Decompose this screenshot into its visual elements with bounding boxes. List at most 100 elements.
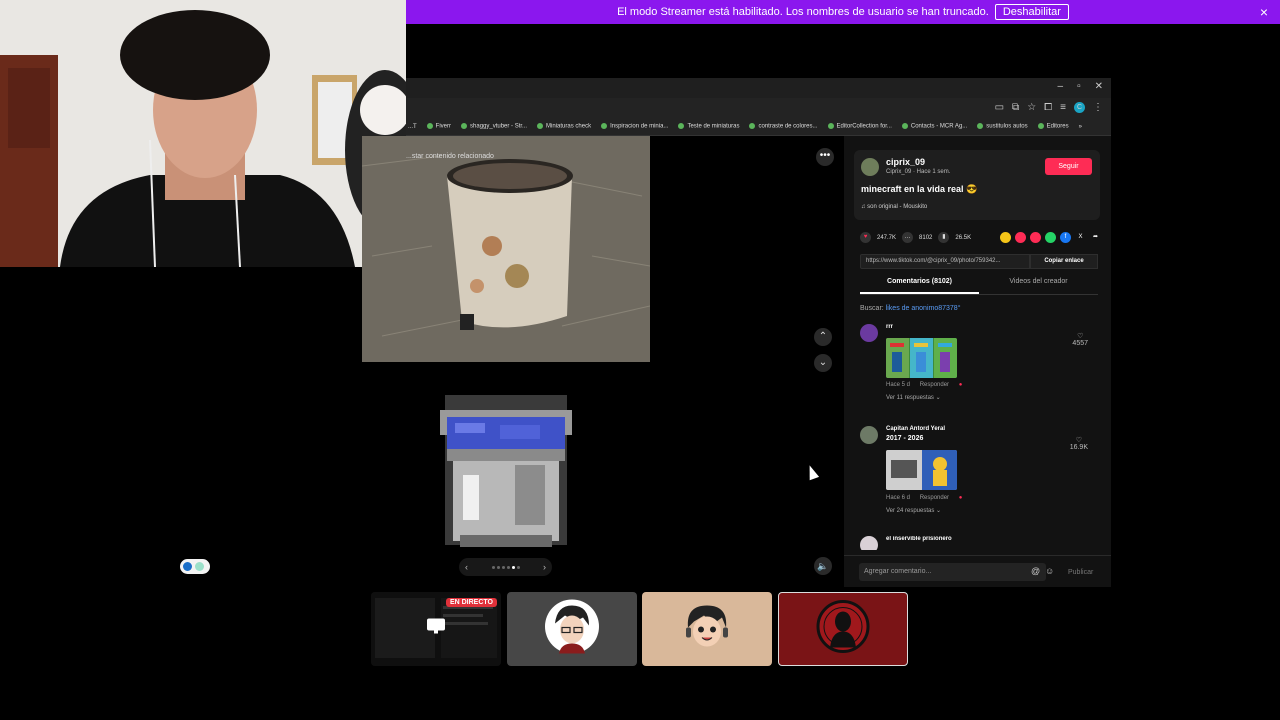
carousel-dots: [491, 565, 520, 569]
bookmark-icon[interactable]: ▮: [938, 232, 950, 243]
minimize-icon[interactable]: –: [1058, 81, 1064, 92]
commenter-name[interactable]: Capitan Antord Yeral: [886, 426, 945, 432]
x-share-icon[interactable]: X: [1075, 232, 1086, 243]
creator-liked-icon: ●: [958, 495, 963, 501]
participant-avatar: [545, 599, 599, 659]
disable-streamer-button[interactable]: Deshabilitar: [994, 4, 1069, 20]
creator-liked-icon: ●: [958, 382, 963, 388]
more-options-icon[interactable]: •••: [816, 148, 834, 166]
bookmark-item[interactable]: Miniaturas check: [537, 123, 591, 130]
address-bar[interactable]: ▭ ⧉ ☆ ⧠ ≡ C ⋮: [406, 98, 1111, 118]
translate-icon[interactable]: ⧉: [1012, 102, 1019, 113]
participant-tile[interactable]: [507, 592, 637, 666]
bookmark-item[interactable]: EditorCollection for...: [827, 123, 892, 130]
view-replies[interactable]: Ver 11 respuestas ⌄: [886, 394, 941, 401]
embed-share-icon[interactable]: [1000, 232, 1011, 243]
toggle-widget[interactable]: [180, 559, 210, 574]
bookmark-item[interactable]: contraste de colores...: [749, 123, 818, 130]
comment-like[interactable]: ♡ 4557: [1072, 332, 1088, 347]
cast-icon[interactable]: ▭: [995, 102, 1004, 113]
tab-creator-videos[interactable]: Videos del creador: [979, 278, 1098, 294]
creator-avatar[interactable]: [861, 158, 879, 176]
streamer-mode-banner: El modo Streamer está habilitado. Los no…: [406, 0, 1280, 24]
share-arrow-icon[interactable]: ➦: [1090, 232, 1101, 243]
heart-outline-icon[interactable]: ♡: [1070, 436, 1088, 444]
heart-outline-icon[interactable]: ♡: [1072, 332, 1088, 340]
commenter-avatar[interactable]: [860, 536, 878, 550]
toggle-dot-icon: [183, 562, 192, 571]
bookmark-item[interactable]: Editores: [1037, 123, 1069, 130]
more-bookmarks-icon[interactable]: »: [1079, 124, 1082, 130]
profile-avatar[interactable]: C: [1074, 102, 1085, 113]
reply-button[interactable]: Responder: [920, 495, 949, 501]
commenter-name[interactable]: rrr: [886, 324, 893, 330]
whatsapp-share-icon[interactable]: [1045, 232, 1056, 243]
creator-username[interactable]: ciprix_09: [886, 157, 925, 167]
close-window-icon[interactable]: ✕: [1095, 81, 1103, 92]
participant-tile[interactable]: [778, 592, 908, 666]
comment-icon[interactable]: …: [902, 232, 914, 243]
comment-image[interactable]: [886, 338, 957, 378]
search-suggestion[interactable]: Buscar: likes de anonimo87378°: [860, 305, 961, 312]
bookmarks-bar: ...T Fiverr shaggy_vtuber - Str... Minia…: [406, 118, 1111, 136]
comment-time: Hace 6 d: [886, 495, 911, 501]
comment-image[interactable]: [886, 450, 957, 490]
close-icon[interactable]: ×: [1260, 4, 1268, 20]
volume-icon[interactable]: 🔈: [814, 557, 832, 575]
extensions-icon[interactable]: ⧠: [1044, 102, 1052, 113]
participant-tile[interactable]: [642, 592, 772, 666]
bookmark-item[interactable]: shaggy_vtuber - Str...: [461, 123, 527, 130]
carousel-next-icon[interactable]: ›: [543, 562, 546, 572]
heart-icon[interactable]: ♥: [860, 232, 871, 243]
comment-like-count: 4557: [1072, 340, 1088, 347]
reply-button[interactable]: Responder: [920, 382, 949, 388]
facebook-share-icon[interactable]: f: [1060, 232, 1071, 243]
next-post-icon[interactable]: ⌄: [814, 354, 832, 372]
toggle-dot-icon: [195, 562, 204, 571]
comment-meta: Hace 6 d Responder ●: [886, 495, 970, 501]
comment-like[interactable]: ♡ 16.9K: [1070, 436, 1088, 451]
publish-button[interactable]: Publicar: [1068, 569, 1093, 576]
bookmark-item[interactable]: Teste de miniaturas: [678, 123, 739, 130]
link-row: https://www.tiktok.com/@ciprix_09/photo/…: [860, 254, 1098, 269]
previous-post-icon[interactable]: ⌃: [814, 328, 832, 346]
banner-message: El modo Streamer está habilitado. Los no…: [617, 6, 989, 18]
bookmark-item[interactable]: Fiverr: [426, 123, 451, 130]
mention-icon[interactable]: @: [1031, 566, 1040, 576]
live-badge: EN DIRECTO: [445, 598, 497, 607]
bookmark-item[interactable]: Contacts - MCR Ag...: [901, 123, 967, 130]
share-icons: f X ➦: [1000, 232, 1101, 243]
comment-input[interactable]: Agregar comentario...: [859, 563, 1046, 581]
comments-count: 8102: [919, 234, 933, 241]
minecraft-bucket-image: [425, 385, 587, 562]
participant-avatar: [816, 600, 870, 659]
carousel-prev-icon[interactable]: ‹: [465, 562, 468, 572]
bookmark-item[interactable]: Inspiracion de minia...: [601, 123, 668, 130]
commenter-name[interactable]: el inservible prisionero: [886, 536, 952, 542]
comment-text: 2017 - 2026: [886, 435, 924, 442]
follow-button[interactable]: Seguir: [1045, 158, 1092, 175]
comment-composer: Agregar comentario... @ ☺ Publicar: [844, 555, 1111, 587]
maximize-icon[interactable]: ▫: [1077, 81, 1081, 92]
commenter-avatar[interactable]: [860, 426, 878, 444]
copy-link-button[interactable]: Copiar enlace: [1030, 254, 1098, 269]
media-icon[interactable]: ≡: [1060, 102, 1066, 113]
post-link-field[interactable]: https://www.tiktok.com/@ciprix_09/photo/…: [860, 254, 1030, 269]
post-caption: minecraft en la vida real 😎: [861, 184, 978, 194]
menu-icon[interactable]: ⋮: [1093, 102, 1103, 113]
friends-share-icon[interactable]: [1015, 232, 1026, 243]
music-line[interactable]: ♫ son original - Mouskito: [861, 204, 927, 210]
tab-comments[interactable]: Comentarios (8102): [860, 278, 979, 294]
star-icon[interactable]: ☆: [1027, 102, 1036, 113]
webcam-feed: [0, 0, 406, 267]
emoji-icon[interactable]: ☺: [1045, 566, 1054, 576]
view-replies[interactable]: Ver 24 respuestas ⌄: [886, 507, 941, 514]
title-bar: – ▫ ✕: [406, 78, 1111, 98]
commenter-avatar[interactable]: [860, 324, 878, 342]
search-query[interactable]: likes de anonimo87378: [886, 305, 958, 312]
participant-tile-live[interactable]: EN DIRECTO: [371, 592, 501, 666]
bookmark-item[interactable]: ...T: [408, 124, 417, 130]
bookmark-item[interactable]: sustitulos autos: [977, 123, 1028, 130]
repost-share-icon[interactable]: [1030, 232, 1041, 243]
search-icon: °: [957, 305, 961, 312]
